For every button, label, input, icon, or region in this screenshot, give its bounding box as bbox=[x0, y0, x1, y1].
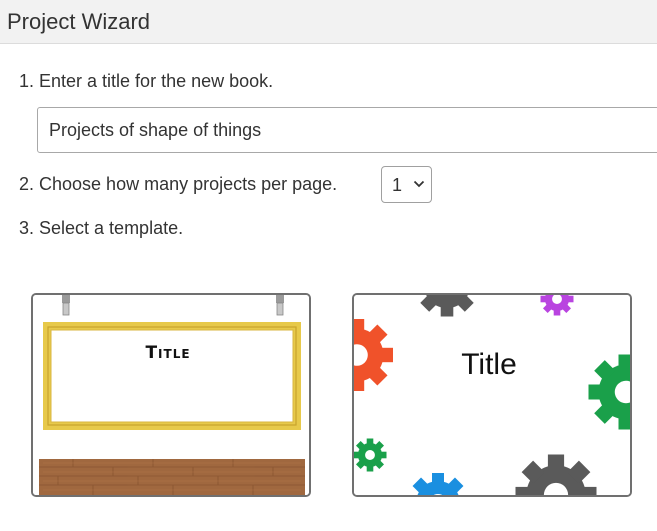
book-title-input[interactable] bbox=[37, 107, 657, 153]
wood-floor bbox=[39, 459, 305, 495]
template-gears[interactable]: Title bbox=[352, 293, 632, 497]
sign-hook-right bbox=[276, 295, 284, 316]
projects-per-page-value: 1 bbox=[392, 175, 403, 195]
hanging-sign-illustration bbox=[33, 295, 309, 495]
gears-illustration bbox=[354, 295, 630, 495]
template-title-text: Title bbox=[461, 348, 517, 381]
step-2-label: 2. Choose how many projects per page. bbox=[19, 174, 338, 194]
sign-hook-left bbox=[62, 295, 70, 316]
template-hanging-sign[interactable]: Title bbox=[31, 293, 311, 497]
wizard-header: Project Wizard bbox=[0, 0, 657, 44]
page-title: Project Wizard bbox=[7, 9, 151, 34]
chevron-down-icon bbox=[413, 180, 425, 188]
gear-green-small bbox=[354, 438, 387, 472]
projects-per-page-select[interactable]: 1 bbox=[381, 166, 432, 203]
step-3-label: 3. Select a template. bbox=[19, 218, 184, 238]
template-title-text: Title bbox=[145, 343, 191, 363]
step-1-label: 1. Enter a title for the new book. bbox=[19, 71, 274, 91]
